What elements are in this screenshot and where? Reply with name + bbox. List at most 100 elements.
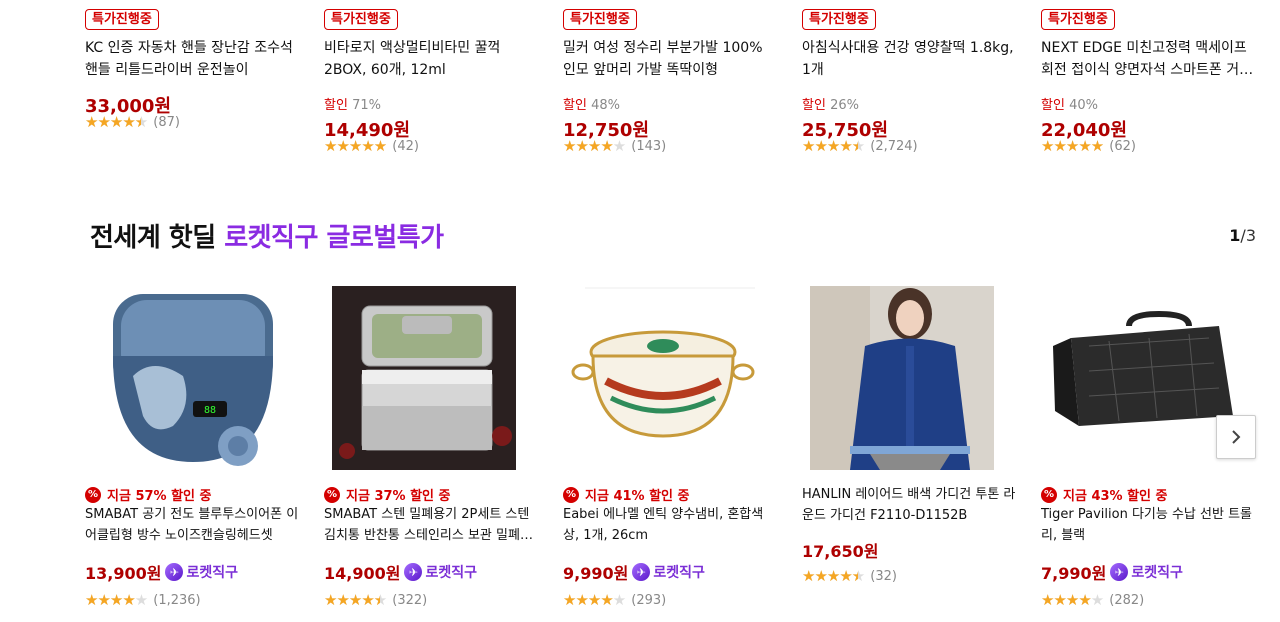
storage-box-image xyxy=(1053,310,1233,426)
special-deal-badge: 특가진행중 xyxy=(563,9,637,30)
review-count: (282) xyxy=(1109,592,1145,608)
price-row: 7,990원 ✈ 로켓직구 xyxy=(1041,560,1183,584)
product-name[interactable]: KC 인증 자동차 핸들 장난감 조수석 핸들 리틀드라이버 운전놀이 xyxy=(85,37,301,81)
price-row: 13,900원 ✈ 로켓직구 xyxy=(85,560,238,584)
discount-rate: 26% xyxy=(830,98,859,113)
product-name[interactable]: SMABAT 공기 전도 블루투스이어폰 이어클립형 방수 노이즈캔슬링헤드셋 xyxy=(85,504,301,546)
product-image[interactable] xyxy=(563,286,763,470)
rocket-badge: ✈ 로켓직구 xyxy=(404,562,477,582)
product-name[interactable]: NEXT EDGE 미친고정력 맥세이프 회전 접이식 양면자석 스마트폰 거치… xyxy=(1041,37,1257,81)
product-name[interactable]: 비타로지 액상멀티비타민 꿀꺽 2BOX, 60개, 12ml xyxy=(324,37,540,81)
product-price: 9,990원 xyxy=(563,564,629,583)
global-product-card[interactable]: % 지금 41% 할인 중 Eabei 에나멜 엔틱 양수냄비, 혼합색상, 1개… xyxy=(563,280,793,622)
earbuds-image: 88 xyxy=(113,294,273,466)
product-name[interactable]: Eabei 에나멜 엔틱 양수냄비, 혼합색상, 1개, 26cm xyxy=(563,504,779,546)
product-rating: ★★★★★★★★★★ (32) xyxy=(802,568,897,584)
review-count: (2,724) xyxy=(870,138,918,154)
product-rating: ★★★★★★★★★★ (322) xyxy=(324,592,427,608)
price-row: 17,650원 xyxy=(802,538,878,562)
product-rating: ★★★★★★★★★★ (282) xyxy=(1041,592,1144,608)
review-count: (143) xyxy=(631,138,667,154)
discount-rate: 48% xyxy=(591,98,620,113)
discount-info: 할인 40% xyxy=(1041,94,1098,113)
section-title-accent: 로켓직구 글로벌특가 xyxy=(224,223,444,253)
product-rating: ★★★★★★★★★★ (87) xyxy=(85,114,180,130)
global-product-card[interactable]: 88 % 지금 57% 할인 중 SMABAT 공기 전도 블루투스이어폰 이어클… xyxy=(85,280,315,622)
product-price: 14,900원 xyxy=(324,564,401,583)
rocket-label: 로켓직구 xyxy=(186,565,238,581)
carousel-next-button[interactable] xyxy=(1216,415,1256,459)
product-name[interactable]: 아침식사대용 건강 영양찰떡 1.8kg, 1개 xyxy=(802,37,1018,81)
discount-label: 할인 xyxy=(802,98,826,113)
product-name[interactable]: HANLIN 레이어드 배색 가디건 투톤 라운드 가디건 F2110-D115… xyxy=(802,484,1018,526)
discount-info: 할인 26% xyxy=(802,94,859,113)
sale-text: 지금 43% 할인 중 xyxy=(1063,489,1168,504)
sale-percent-icon: % xyxy=(1041,486,1057,503)
special-deals-row: 특가진행중 KC 인증 자동차 핸들 장난감 조수석 핸들 리틀드라이버 운전놀… xyxy=(0,0,1280,170)
product-image[interactable] xyxy=(324,286,524,470)
rocket-badge-icon: ✈ xyxy=(404,563,423,581)
discount-rate: 40% xyxy=(1069,98,1098,113)
rocket-badge: ✈ 로켓직구 xyxy=(165,562,238,582)
sale-text: 지금 57% 할인 중 xyxy=(107,489,212,504)
page-total: /3 xyxy=(1240,226,1256,245)
sale-tag: % 지금 37% 할인 중 xyxy=(324,485,451,504)
star-icon: ★★★★★★★★★★ xyxy=(1041,137,1104,155)
carousel-page-indicator: 1/3 xyxy=(1229,226,1256,245)
sale-text: 지금 37% 할인 중 xyxy=(346,489,451,504)
product-image[interactable]: 88 xyxy=(85,286,285,470)
rocket-label: 로켓직구 xyxy=(653,565,705,581)
product-image[interactable] xyxy=(802,286,1002,470)
review-count: (87) xyxy=(153,114,180,130)
review-count: (1,236) xyxy=(153,592,201,608)
page-current: 1 xyxy=(1229,226,1241,245)
svg-text:88: 88 xyxy=(204,405,216,416)
rocket-badge-icon: ✈ xyxy=(165,563,184,581)
special-deal-badge: 특가진행중 xyxy=(324,9,398,30)
product-rating: ★★★★★ ★★★★★ (42) xyxy=(324,138,419,154)
sale-tag: % 지금 57% 할인 중 xyxy=(85,485,212,504)
enamel-pot-image xyxy=(571,287,755,438)
review-count: (32) xyxy=(870,568,897,584)
global-product-card[interactable]: % 지금 37% 할인 중 SMABAT 스텐 밀폐용기 2P세트 스텐 김치통 … xyxy=(324,280,554,622)
discount-label: 할인 xyxy=(563,98,587,113)
star-icon: ★★★★★★★★★★ xyxy=(324,591,387,609)
product-rating: ★★★★★★★★★★ (2,724) xyxy=(802,138,918,154)
star-icon: ★★★★★★★★★★ xyxy=(802,137,865,155)
rocket-badge: ✈ 로켓직구 xyxy=(632,562,705,582)
rocket-badge-icon: ✈ xyxy=(1110,563,1129,581)
chevron-right-icon xyxy=(1232,430,1241,444)
price-row: 14,900원 ✈ 로켓직구 xyxy=(324,560,477,584)
rocket-label: 로켓직구 xyxy=(425,565,477,581)
star-icon: ★★★★★★★★★★ xyxy=(1041,591,1104,609)
sale-percent-icon: % xyxy=(85,486,101,503)
star-icon: ★★★★★★★★★★ xyxy=(324,137,387,155)
discount-rate: 71% xyxy=(352,98,381,113)
product-image[interactable] xyxy=(1041,286,1241,470)
steel-container-image xyxy=(332,286,516,470)
product-price: 17,650원 xyxy=(802,542,879,561)
product-name[interactable]: Tiger Pavilion 다기능 수납 선반 트롤리, 블랙 xyxy=(1041,504,1257,546)
cardigan-image xyxy=(810,286,994,470)
product-rating: ★★★★★ ★★★★★ (62) xyxy=(1041,138,1136,154)
discount-label: 할인 xyxy=(324,98,348,113)
sale-tag: % 지금 41% 할인 중 xyxy=(563,485,690,504)
discount-info: 할인 48% xyxy=(563,94,620,113)
product-name[interactable]: SMABAT 스텐 밀폐용기 2P세트 스텐 김치통 반찬통 스테인리스 보관 … xyxy=(324,504,540,546)
section-title: 전세계 핫딜 로켓직구 글로벌특가 xyxy=(90,217,444,254)
review-count: (42) xyxy=(392,138,419,154)
product-price: 13,900원 xyxy=(85,564,162,583)
global-product-card[interactable]: HANLIN 레이어드 배색 가디건 투톤 라운드 가디건 F2110-D115… xyxy=(802,280,1032,622)
special-deal-badge: 특가진행중 xyxy=(1041,9,1115,30)
discount-info: 할인 71% xyxy=(324,94,381,113)
star-icon: ★★★★★★★★★★ xyxy=(85,591,148,609)
product-name[interactable]: 밀커 여성 정수리 부분가발 100% 인모 앞머리 가발 똑딱이형 xyxy=(563,37,779,81)
section-title-main: 전세계 핫딜 xyxy=(90,223,225,253)
special-deal-badge: 특가진행중 xyxy=(85,9,159,30)
sale-percent-icon: % xyxy=(324,486,340,503)
price-row: 9,990원 ✈ 로켓직구 xyxy=(563,560,705,584)
rocket-badge-icon: ✈ xyxy=(632,563,651,581)
review-count: (293) xyxy=(631,592,667,608)
star-icon: ★★★★★★★★★★ xyxy=(802,567,865,585)
rocket-badge: ✈ 로켓직구 xyxy=(1110,562,1183,582)
